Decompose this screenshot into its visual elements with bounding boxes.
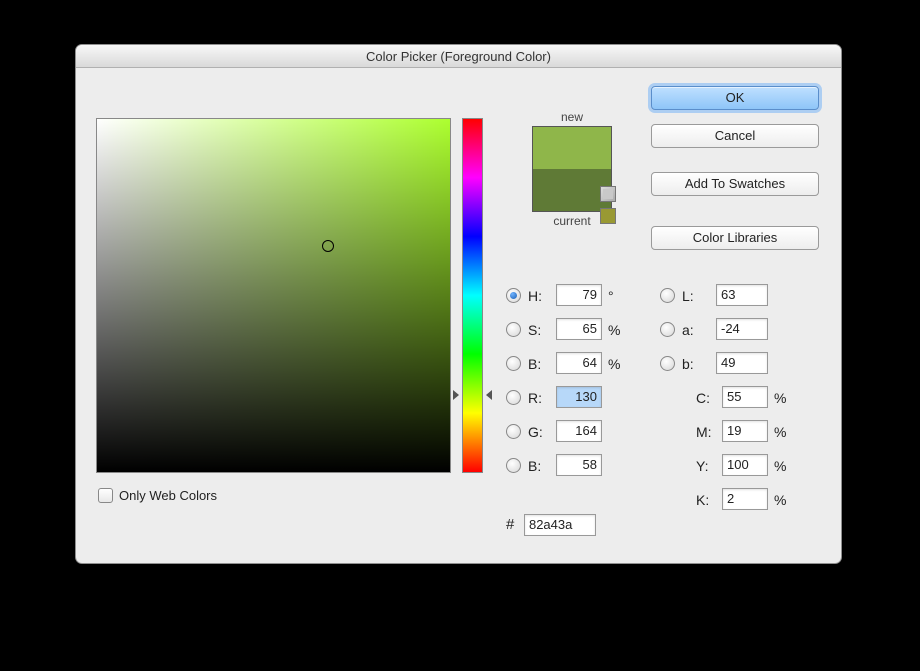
hue-unit: ° bbox=[608, 288, 614, 304]
green-input[interactable]: 164 bbox=[556, 420, 602, 442]
saturation-label: S: bbox=[528, 322, 541, 338]
numeric-fields: H: 79 ° L: 63 S: 65 % bbox=[506, 284, 826, 522]
lab-b-radio[interactable] bbox=[660, 356, 675, 371]
brightness-input[interactable]: 64 bbox=[556, 352, 602, 374]
color-picker-window: Color Picker (Foreground Color) new curr… bbox=[75, 44, 842, 564]
red-input[interactable]: 130 bbox=[556, 386, 602, 408]
cancel-button[interactable]: Cancel bbox=[651, 124, 819, 148]
hue-slider[interactable] bbox=[462, 118, 483, 473]
brightness-label: B: bbox=[528, 356, 541, 372]
blue-input[interactable]: 58 bbox=[556, 454, 602, 476]
hue-label: H: bbox=[528, 288, 542, 304]
magenta-label: M: bbox=[696, 424, 712, 440]
red-radio[interactable] bbox=[506, 390, 521, 405]
hue-radio[interactable] bbox=[506, 288, 521, 303]
brightness-radio[interactable] bbox=[506, 356, 521, 371]
color-libraries-button[interactable]: Color Libraries bbox=[651, 226, 819, 250]
lab-b-label: b: bbox=[682, 356, 694, 372]
cyan-label: C: bbox=[696, 390, 710, 406]
hex-hash: # bbox=[506, 516, 514, 533]
new-color-swatch[interactable] bbox=[533, 127, 611, 169]
sb-cursor[interactable] bbox=[322, 240, 334, 252]
lab-l-input[interactable]: 63 bbox=[716, 284, 768, 306]
hex-input[interactable]: 82a43a bbox=[524, 514, 596, 536]
lab-a-input[interactable]: -24 bbox=[716, 318, 768, 340]
green-radio[interactable] bbox=[506, 424, 521, 439]
ok-button[interactable]: OK bbox=[651, 86, 819, 110]
black-unit: % bbox=[774, 492, 786, 508]
black-input[interactable]: 2 bbox=[722, 488, 768, 510]
magenta-unit: % bbox=[774, 424, 786, 440]
color-preview: new current bbox=[508, 110, 636, 228]
hex-row: # 82a43a bbox=[506, 514, 596, 536]
yellow-input[interactable]: 100 bbox=[722, 454, 768, 476]
only-web-colors-label: Only Web Colors bbox=[119, 488, 217, 503]
magenta-input[interactable]: 19 bbox=[722, 420, 768, 442]
blue-label: B: bbox=[528, 458, 541, 474]
saturation-radio[interactable] bbox=[506, 322, 521, 337]
lab-b-input[interactable]: 49 bbox=[716, 352, 768, 374]
hue-input[interactable]: 79 bbox=[556, 284, 602, 306]
current-label: current bbox=[508, 214, 636, 228]
lab-l-label: L: bbox=[682, 288, 694, 304]
blue-radio[interactable] bbox=[506, 458, 521, 473]
green-label: G: bbox=[528, 424, 543, 440]
new-label: new bbox=[508, 110, 636, 124]
cyan-input[interactable]: 55 bbox=[722, 386, 768, 408]
brightness-unit: % bbox=[608, 356, 620, 372]
yellow-unit: % bbox=[774, 458, 786, 474]
lab-a-label: a: bbox=[682, 322, 694, 338]
lab-a-radio[interactable] bbox=[660, 322, 675, 337]
add-to-swatches-button[interactable]: Add To Swatches bbox=[651, 172, 819, 196]
only-web-colors-checkbox[interactable] bbox=[98, 488, 113, 503]
lab-l-radio[interactable] bbox=[660, 288, 675, 303]
red-label: R: bbox=[528, 390, 542, 406]
web-safe-swatch[interactable] bbox=[600, 208, 616, 224]
only-web-colors-option[interactable]: Only Web Colors bbox=[98, 488, 217, 503]
cyan-unit: % bbox=[774, 390, 786, 406]
saturation-brightness-field[interactable] bbox=[96, 118, 451, 473]
gamut-warning-icon[interactable] bbox=[600, 186, 616, 202]
window-title: Color Picker (Foreground Color) bbox=[76, 45, 841, 68]
saturation-input[interactable]: 65 bbox=[556, 318, 602, 340]
window-content: new current OK Cancel Add To Swatches Co… bbox=[76, 68, 841, 563]
yellow-label: Y: bbox=[696, 458, 708, 474]
black-label: K: bbox=[696, 492, 709, 508]
saturation-unit: % bbox=[608, 322, 620, 338]
